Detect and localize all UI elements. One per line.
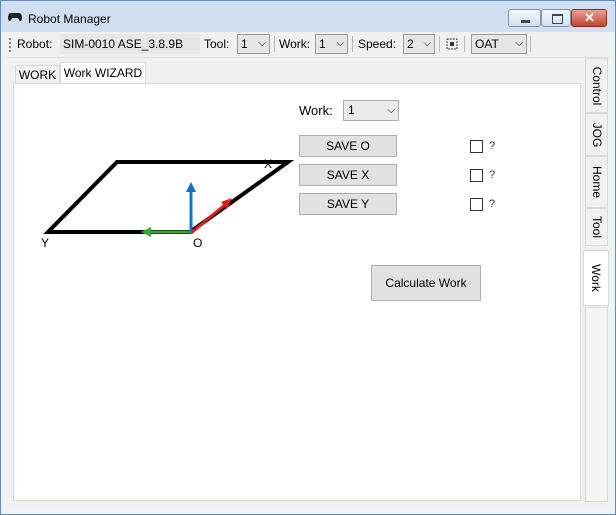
work-select-value: 1 — [319, 37, 326, 51]
y-arrowhead — [141, 227, 151, 237]
save-o-check-label: ? — [489, 140, 496, 152]
window-title: Robot Manager — [28, 12, 111, 26]
side-tab-label: Control — [589, 66, 604, 105]
chevron-down-icon: ⌵ — [387, 105, 395, 116]
robot-label: Robot: — [17, 37, 53, 51]
label-y: Y — [41, 236, 49, 250]
speed-label: Speed: — [358, 37, 397, 51]
tab-work-wizard[interactable]: Work WIZARD — [60, 62, 146, 84]
chevron-down-icon: ⌵ — [515, 38, 523, 49]
toolbar-separator — [352, 36, 353, 52]
label-x: X — [264, 157, 272, 171]
work-wizard-panel: X Y O Work: 1 ⌵ SAVE O SAVE X SAVE Y ? ?… — [13, 83, 581, 501]
minimize-icon — [521, 20, 530, 23]
speed-select[interactable]: 2 ⌵ — [403, 34, 435, 54]
save-x-check-label: ? — [489, 169, 496, 181]
save-y-button[interactable]: SAVE Y — [299, 193, 397, 215]
client-area: WORK Work WIZARD X Y O Work: 1 ⌵ SAVE O … — [7, 58, 609, 509]
tab-jog[interactable]: JOG — [585, 113, 608, 156]
work-frame-diagram: X Y O — [41, 157, 295, 250]
chevron-down-icon: ⌵ — [336, 38, 344, 49]
work-select[interactable]: 1 ⌵ — [315, 34, 348, 54]
tab-label: Work WIZARD — [63, 66, 143, 80]
minimize-button[interactable] — [508, 9, 541, 27]
x-axis-arrow — [190, 201, 228, 235]
wizard-work-label: Work: — [299, 103, 333, 118]
maximize-button[interactable] — [541, 9, 571, 27]
robot-id-field: SIM-0010 ASE_3.8.9B — [60, 34, 200, 54]
side-tab-label: JOG — [589, 122, 604, 147]
close-icon: ✕ — [584, 10, 595, 25]
toolbar-separator — [464, 36, 465, 52]
side-tab-label: Home — [589, 165, 604, 199]
tab-tool[interactable]: Tool — [585, 208, 608, 246]
frame-select-value: OAT — [475, 37, 499, 51]
tab-label: WORK — [18, 68, 57, 82]
frame-icon[interactable] — [446, 38, 458, 50]
save-y-checkbox[interactable] — [470, 198, 483, 211]
wizard-work-select[interactable]: 1 ⌵ — [343, 100, 399, 121]
work-plane-outline — [43, 160, 295, 234]
tool-label: Tool: — [204, 37, 230, 51]
calculate-work-button[interactable]: Calculate Work — [371, 265, 481, 301]
speed-select-value: 2 — [407, 37, 414, 51]
z-arrowhead — [186, 182, 196, 192]
restore-icon — [552, 14, 563, 24]
tab-home[interactable]: Home — [585, 156, 608, 208]
toolbar-separator — [274, 36, 275, 52]
save-x-button[interactable]: SAVE X — [299, 164, 397, 186]
side-tab-strip — [585, 307, 608, 502]
chevron-down-icon: ⌵ — [258, 38, 266, 49]
close-button[interactable]: ✕ — [571, 9, 607, 27]
robot-manager-window: Robot Manager ✕ Robot: SIM-0010 ASE_3.8.… — [0, 0, 616, 515]
toolbar-grip[interactable] — [9, 38, 13, 52]
side-tab-label: Work — [589, 264, 603, 292]
gamepad-icon — [8, 13, 22, 22]
tab-work-side[interactable]: Work — [583, 250, 609, 306]
title-bar: Robot Manager ✕ — [1, 1, 615, 32]
save-x-checkbox[interactable] — [470, 169, 483, 182]
wizard-work-value: 1 — [348, 103, 355, 117]
frame-select[interactable]: OAT ⌵ — [471, 34, 527, 54]
toolbar-separator — [439, 36, 440, 52]
save-o-checkbox[interactable] — [470, 140, 483, 153]
tab-control[interactable]: Control — [585, 58, 608, 113]
save-o-button[interactable]: SAVE O — [299, 135, 397, 157]
tool-select-value: 1 — [241, 37, 248, 51]
toolbar: Robot: SIM-0010 ASE_3.8.9B Tool: 1 ⌵ Wor… — [7, 32, 609, 58]
chevron-down-icon: ⌵ — [423, 38, 431, 49]
toolbar-separator — [530, 36, 531, 52]
label-o: O — [193, 236, 202, 250]
side-tab-label: Tool — [589, 215, 604, 239]
tab-work[interactable]: WORK — [15, 65, 60, 85]
save-y-check-label: ? — [489, 198, 496, 210]
tool-select[interactable]: 1 ⌵ — [237, 34, 270, 54]
work-label: Work: — [279, 37, 311, 51]
